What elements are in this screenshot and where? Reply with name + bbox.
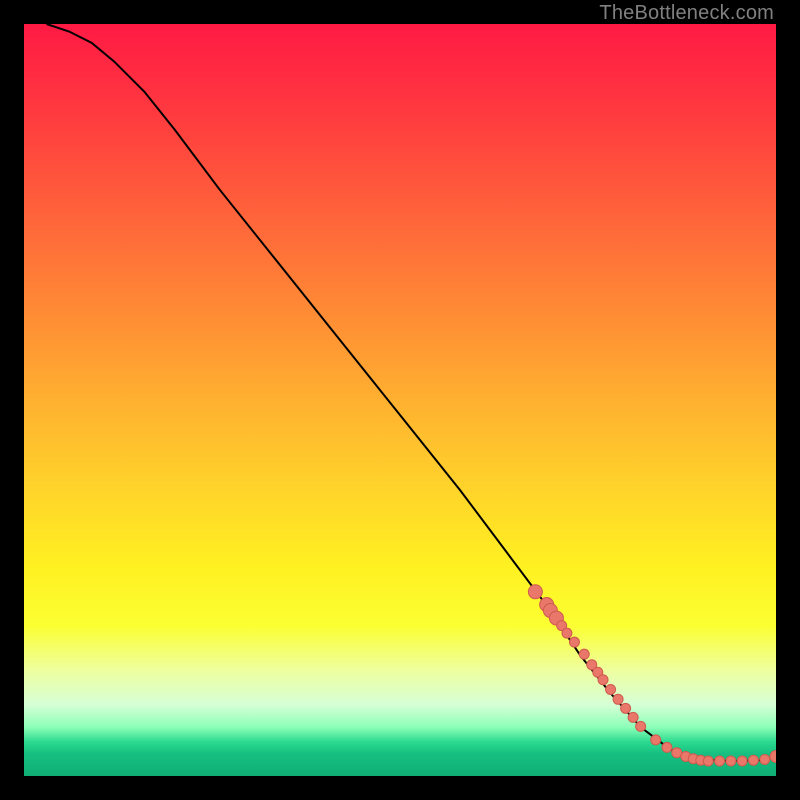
chart-svg: [24, 24, 776, 776]
data-dot: [651, 735, 661, 745]
data-dot: [715, 756, 725, 766]
data-dot: [606, 685, 616, 695]
data-dot: [726, 756, 736, 766]
data-dot: [569, 637, 579, 647]
data-dot: [748, 755, 758, 765]
data-dot: [613, 694, 623, 704]
heat-background: [24, 24, 776, 776]
data-dot: [528, 585, 542, 599]
chart-plot-area: [24, 24, 776, 776]
data-dot: [737, 756, 747, 766]
data-dot: [703, 756, 713, 766]
watermark-text: TheBottleneck.com: [599, 2, 774, 25]
data-dot: [579, 649, 589, 659]
data-dot: [662, 742, 672, 752]
data-dot: [760, 754, 770, 764]
data-dot: [636, 721, 646, 731]
data-dot: [598, 675, 608, 685]
data-dot: [628, 712, 638, 722]
data-dot: [562, 628, 572, 638]
data-dot: [672, 748, 682, 758]
data-dot: [621, 703, 631, 713]
